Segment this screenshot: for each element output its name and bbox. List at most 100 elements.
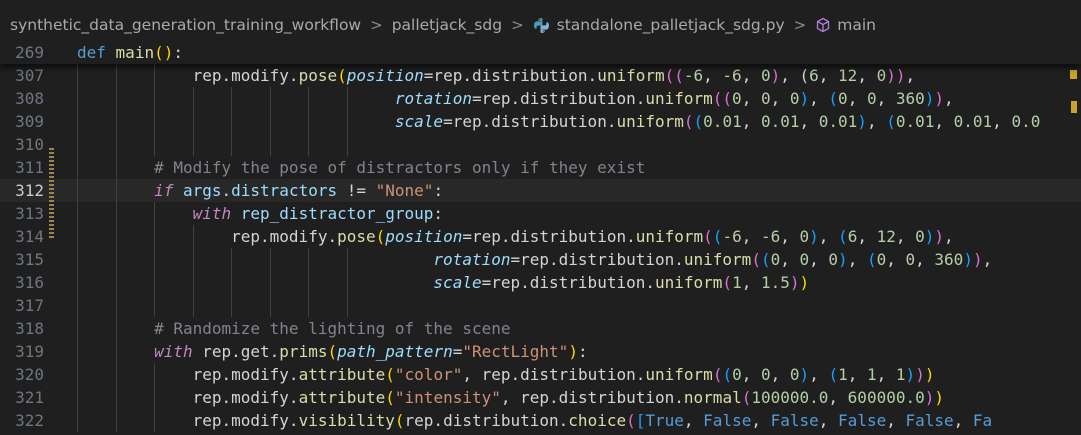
code-token: (( <box>664 66 684 85</box>
code-line[interactable]: 269 def main(): <box>0 41 1081 64</box>
code-token: = <box>452 342 463 361</box>
code-line[interactable]: 315 rotation=rep.distribution.uniform((0… <box>0 248 1081 271</box>
code-token: ( <box>385 365 395 384</box>
code-text[interactable]: with rep_distractor_group: <box>77 202 443 225</box>
code-token: ( <box>683 112 694 131</box>
code-token: pose <box>337 227 376 246</box>
code-token: , ( <box>780 66 810 85</box>
code-text[interactable]: scale=rep.distribution.uniform((0.01, 0.… <box>77 110 1040 133</box>
code-token: "RectLight" <box>462 342 569 361</box>
code-text[interactable]: scale=rep.distribution.uniform(1, 1.5)) <box>77 271 809 294</box>
code-token: ( <box>712 365 723 384</box>
code-line[interactable]: 319 with rep.get.prims(path_pattern="Rec… <box>0 340 1081 363</box>
code-token: main <box>115 43 155 62</box>
code-token: ( <box>886 112 896 131</box>
code-text[interactable]: rep.modify.attribute("color", rep.distri… <box>77 363 935 386</box>
code-token: ( <box>154 43 164 62</box>
line-number: 320 <box>15 365 44 384</box>
line-number: 319 <box>15 342 44 361</box>
code-editor[interactable]: 269 def main(): 307 rep.modify.pose(positi… <box>0 39 1081 435</box>
code-token: ( <box>703 227 713 246</box>
code-line[interactable]: 317 <box>0 294 1081 317</box>
code-token: 0 <box>876 66 887 85</box>
code-line[interactable]: 322 rep.modify.visibility(rep.distributi… <box>0 409 1081 432</box>
code-token: , <box>847 250 867 269</box>
code-token: ( <box>337 66 347 85</box>
code-token: ( <box>712 227 723 246</box>
code-token: ( <box>375 227 386 246</box>
code-line[interactable]: 311 # Modify the pose of distractors onl… <box>0 156 1081 179</box>
code-token: attribute <box>298 365 386 384</box>
code-token: False <box>905 411 954 430</box>
code-text[interactable]: rotation=rep.distribution.uniform((0, 0,… <box>77 248 992 271</box>
code-token: , <box>934 112 954 131</box>
code-text[interactable]: rep.modify.attribute("intensity", rep.di… <box>77 386 944 409</box>
code-token: , <box>741 273 761 292</box>
code-token: =rep.distribution. <box>423 66 598 85</box>
python-file-icon <box>533 17 549 33</box>
breadcrumb-folder[interactable]: synthetic_data_generation_training_workf… <box>10 16 361 34</box>
code-token: =rep.distribution. <box>471 89 646 108</box>
code-token: , <box>944 89 954 108</box>
code-line[interactable]: 307 rep.modify.pose(position=rep.distrib… <box>0 64 1081 87</box>
code-text[interactable]: rotation=rep.distribution.uniform((0, 0,… <box>77 87 954 110</box>
code-token: ) <box>799 89 810 108</box>
code-token: 0.01 <box>703 112 742 131</box>
code-line[interactable]: 310 <box>0 133 1081 156</box>
code-line[interactable]: 308 rotation=rep.distribution.uniform((0… <box>0 87 1081 110</box>
code-text[interactable]: rep.modify.visibility(rep.distribution.c… <box>77 409 993 432</box>
code-token: False <box>703 411 752 430</box>
code-token: -6 <box>722 66 742 85</box>
breadcrumb-symbol[interactable]: main <box>837 16 876 34</box>
code-token: ( <box>626 411 636 430</box>
code-line[interactable]: 313 with rep_distractor_group: <box>0 202 1081 225</box>
code-text[interactable]: def main(): <box>77 41 183 64</box>
code-text[interactable]: if args.distractors != "None": <box>77 179 443 202</box>
code-token: uniform <box>597 66 665 85</box>
code-line[interactable]: 312 if args.distractors != "None": <box>0 179 1081 202</box>
code-token: "None" <box>375 181 434 200</box>
code-token: 0 <box>905 250 916 269</box>
code-token: ) <box>963 250 973 269</box>
code-token: 0 <box>876 250 887 269</box>
code-token: )) <box>886 66 906 85</box>
breadcrumb-file[interactable]: standalone_palletjack_sdg.py <box>557 16 785 34</box>
code-token: , <box>818 411 839 430</box>
code-token: , <box>905 66 916 85</box>
code-line[interactable]: 320 rep.modify.attribute("color", rep.di… <box>0 363 1081 386</box>
line-number: 322 <box>15 411 44 430</box>
code-token: ) <box>789 273 800 292</box>
code-token: ( <box>828 365 839 384</box>
code-token: : <box>173 43 183 62</box>
code-line[interactable]: 314 rep.modify.pose(position=rep.distrib… <box>0 225 1081 248</box>
code-text[interactable]: # Modify the pose of distractors only if… <box>77 156 645 179</box>
code-token: , <box>876 365 896 384</box>
code-token: False <box>770 411 819 430</box>
code-token: , <box>818 66 839 85</box>
code-token: , <box>809 89 829 108</box>
code-text[interactable]: # Randomize the lighting of the scene <box>77 317 510 340</box>
code-line[interactable]: 318 # Randomize the lighting of the scen… <box>0 317 1081 340</box>
code-token: , <box>683 411 704 430</box>
code-token: rep_distractor_group <box>240 204 434 223</box>
code-text[interactable]: rep.modify.pose(position=rep.distributio… <box>77 225 954 248</box>
code-token: , <box>741 66 761 85</box>
line-number: 307 <box>15 66 44 85</box>
code-token: position <box>385 227 463 246</box>
code-token: 1.5 <box>760 273 790 292</box>
code-text[interactable]: with rep.get.prims(path_pattern="RectLig… <box>77 340 588 363</box>
code-line[interactable]: 309 scale=rep.distribution.uniform((0.01… <box>0 110 1081 133</box>
code-token: , <box>818 227 839 246</box>
code-line[interactable]: 321 rep.modify.attribute("intensity", re… <box>0 386 1081 409</box>
code-token: 12 <box>876 227 896 246</box>
line-number: 269 <box>15 43 44 62</box>
code-token: , <box>770 89 790 108</box>
breadcrumb-subfolder[interactable]: palletjack_sdg <box>392 16 502 34</box>
code-line[interactable]: 316 scale=rep.distribution.uniform(1, 1.… <box>0 271 1081 294</box>
code-token: , <box>895 227 916 246</box>
code-text[interactable]: rep.modify.pose(position=rep.distributio… <box>77 64 916 87</box>
